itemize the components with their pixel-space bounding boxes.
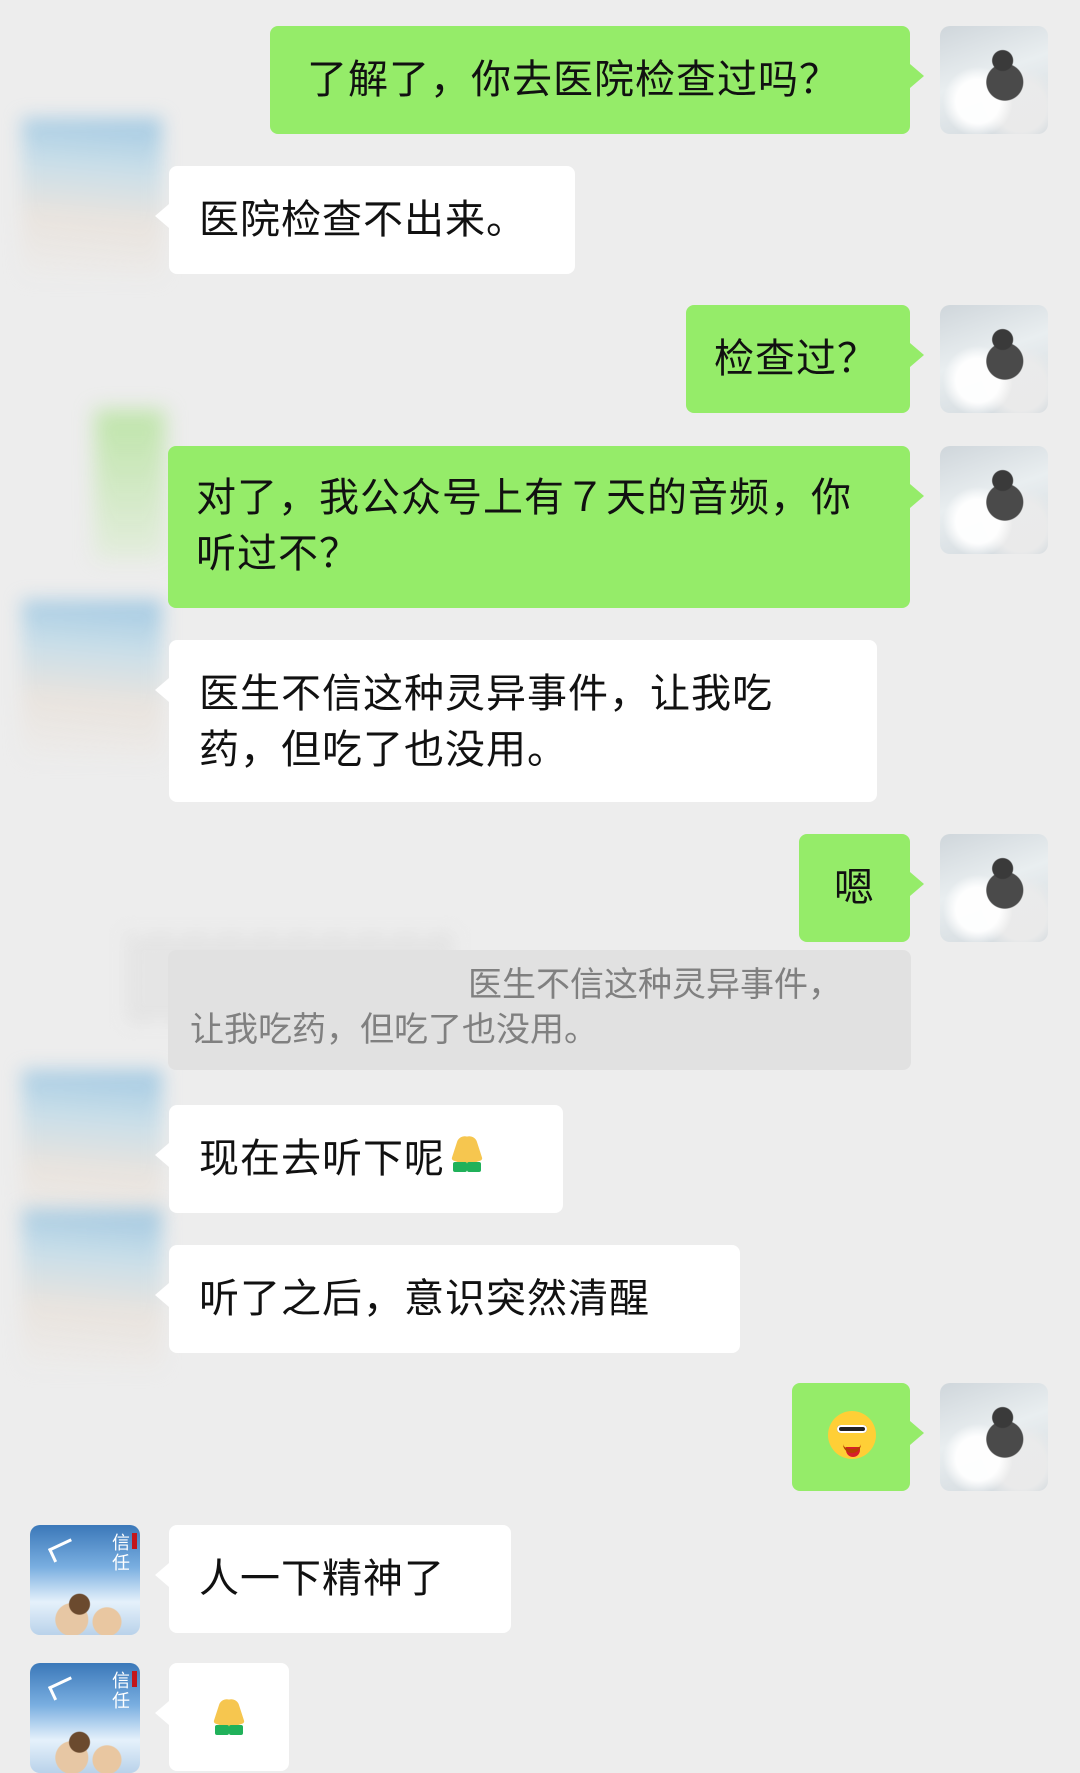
quote-text-line-1: 医生不信这种灵异事件，: [468, 965, 842, 1005]
message-text: 人一下精神了: [199, 1556, 445, 1602]
smirk-icon: [828, 1411, 876, 1459]
emoji-message-bubble[interactable]: [155, 1663, 289, 1771]
message-bubble[interactable]: 人一下精神了: [155, 1525, 511, 1633]
chat-screen: 信任 信任 了解了，你去医院检查过吗？ 医院检查不出来。 检查过？ 对了，我公众…: [0, 0, 1080, 1773]
message-bubble[interactable]: 现在去听下呢: [155, 1105, 563, 1213]
pray-icon: [445, 1132, 489, 1176]
message-bubble[interactable]: 嗯: [799, 834, 924, 942]
avatar-badge-text: 信任: [112, 1671, 130, 1711]
message-bubble[interactable]: 医院检查不出来。: [155, 166, 575, 274]
message-text: 听了之后，意识突然清醒: [199, 1276, 650, 1322]
message-text: 现在去听下呢: [199, 1131, 533, 1187]
pray-icon: [207, 1695, 251, 1739]
contact-avatar-blurred-green[interactable]: [95, 410, 165, 560]
my-avatar[interactable]: [940, 446, 1048, 554]
emoji-message-bubble[interactable]: [792, 1383, 924, 1491]
avatar-badge-text: 信任: [112, 1533, 130, 1573]
tongue-icon: [846, 1447, 860, 1457]
quoted-message[interactable]: 医生不信这种灵异事件， 让我吃药，但吃了也没用。: [168, 950, 911, 1070]
contact-avatar-trust[interactable]: 信任: [30, 1525, 140, 1635]
message-bubble[interactable]: 了解了，你去医院检查过吗？: [270, 26, 924, 134]
bird-icon: [48, 1676, 77, 1701]
message-bubble[interactable]: 医生不信这种灵异事件，让我吃药，但吃了也没用。: [155, 640, 877, 802]
contact-avatar-blurred[interactable]: [22, 1070, 162, 1230]
my-avatar[interactable]: [940, 26, 1048, 134]
contact-avatar-trust[interactable]: 信任: [30, 1663, 140, 1773]
seal-mark: [132, 1533, 137, 1549]
my-avatar[interactable]: [940, 305, 1048, 413]
message-text: 检查过？: [714, 336, 878, 382]
message-text: 对了，我公众号上有７天的音频，你听过不？: [196, 475, 852, 577]
message-text: 嗯: [834, 865, 875, 911]
message-text: 了解了，你去医院检查过吗？: [307, 57, 840, 103]
quote-text-line-2: 让我吃药，但吃了也没用。: [190, 1010, 598, 1050]
message-bubble[interactable]: 对了，我公众号上有７天的音频，你听过不？: [168, 446, 924, 608]
my-avatar[interactable]: [940, 834, 1048, 942]
message-text: 医院检查不出来。: [199, 197, 527, 243]
message-bubble[interactable]: 检查过？: [686, 305, 924, 413]
seal-mark: [132, 1671, 137, 1687]
message-bubble[interactable]: 听了之后，意识突然清醒: [155, 1245, 740, 1353]
my-avatar[interactable]: [940, 1383, 1048, 1491]
bird-icon: [48, 1538, 77, 1563]
contact-avatar-blurred[interactable]: [22, 118, 162, 278]
message-text: 医生不信这种灵异事件，让我吃药，但吃了也没用。: [199, 671, 773, 773]
contact-avatar-blurred[interactable]: [22, 600, 162, 760]
contact-avatar-blurred[interactable]: [22, 1209, 162, 1369]
